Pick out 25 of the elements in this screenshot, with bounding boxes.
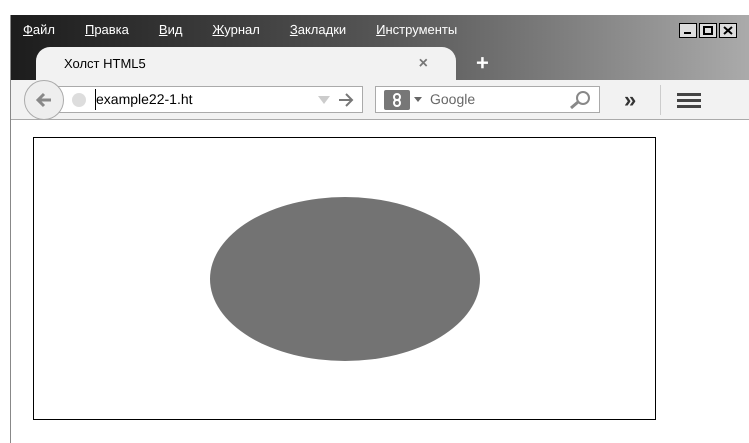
address-field[interactable]: example22-1.ht [58,86,363,113]
menu-item[interactable]: Правка [84,20,129,40]
dropdown-icon [318,96,330,104]
globe-icon [71,92,87,108]
maximize-icon[interactable] [699,22,717,38]
new-tab-button[interactable]: + [476,52,489,74]
go-arrow-icon [338,92,354,106]
search-field[interactable]: Google [375,86,600,113]
menu-item[interactable]: Журнал [212,20,260,40]
back-arrow-icon [35,92,53,108]
overflow-button[interactable]: » [624,88,636,110]
tab-close-button[interactable]: × [418,52,428,76]
search-icon [569,90,591,110]
browser-tab[interactable]: Холст HTML5 × [36,47,456,80]
menu-item[interactable]: Вид [158,20,182,40]
close-icon[interactable] [719,22,737,38]
back-button[interactable] [24,80,64,120]
dropdown-icon [414,97,422,102]
menu-item[interactable]: Закладки [290,20,346,40]
menu-item[interactable]: Файл [23,20,55,40]
minimize-icon[interactable] [679,22,697,38]
menu-icon[interactable] [677,92,702,108]
menu-item[interactable]: Инструменты [376,20,458,40]
search-input[interactable]: Google [430,89,540,110]
search-engine-icon [384,90,410,110]
